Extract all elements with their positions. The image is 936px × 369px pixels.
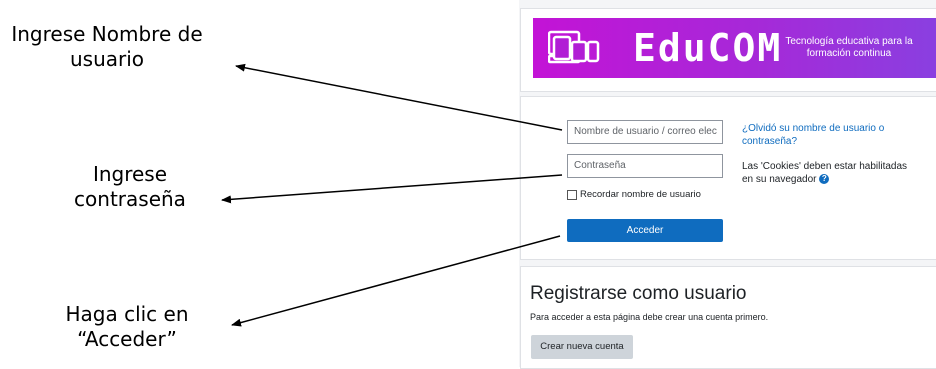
annotation-arrows bbox=[221, 63, 563, 327]
arrow-login bbox=[231, 235, 561, 327]
arrow-username bbox=[235, 63, 563, 131]
arrow-password bbox=[221, 174, 563, 204]
